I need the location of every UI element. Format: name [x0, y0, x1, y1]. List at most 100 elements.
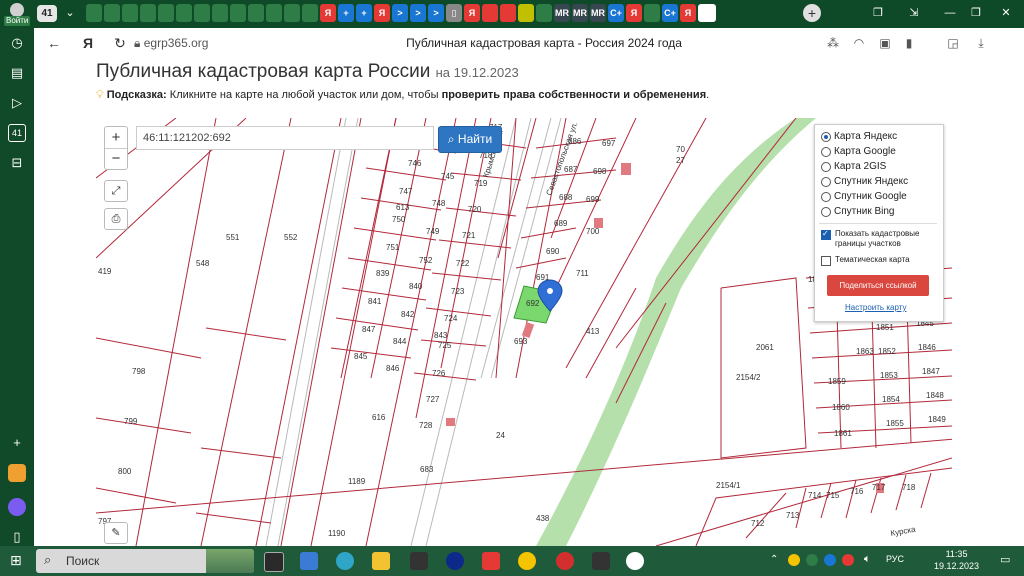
parcel-number[interactable]: 1852: [878, 347, 896, 356]
app-icon[interactable]: [446, 552, 464, 570]
browser-tab[interactable]: [230, 4, 246, 22]
app-icon[interactable]: [592, 552, 610, 570]
map-settings-link[interactable]: Настроить карту: [845, 303, 906, 312]
parcel-number[interactable]: 752: [419, 256, 433, 265]
parcel-number[interactable]: 1861: [834, 429, 852, 438]
browser-tab[interactable]: MR: [554, 4, 570, 22]
browser-tab[interactable]: +: [356, 4, 372, 22]
tray-app-icon[interactable]: [842, 554, 854, 566]
parcel-number[interactable]: 1848: [926, 391, 944, 400]
parcel-number[interactable]: 799: [124, 417, 138, 426]
browser-tab[interactable]: Я: [464, 4, 480, 22]
parcel-number[interactable]: 846: [386, 364, 400, 373]
clock[interactable]: 11:35 19.12.2023: [934, 548, 979, 572]
parcel-number[interactable]: 1849: [928, 415, 946, 424]
parcel-number[interactable]: 842: [401, 310, 415, 319]
market-icon[interactable]: [8, 464, 26, 482]
browser-tab[interactable]: Я: [680, 4, 696, 22]
new-tab-button[interactable]: +: [803, 4, 821, 22]
parcel-number[interactable]: 2154/2: [736, 373, 761, 382]
download-icon[interactable]: ⤓: [972, 34, 990, 52]
parcel-number[interactable]: 2154/1: [716, 481, 741, 490]
pin-icon[interactable]: ⇲: [900, 4, 928, 22]
parcel-number[interactable]: 438: [536, 514, 550, 523]
history-icon[interactable]: ◷: [8, 34, 26, 52]
yandex-browser-icon[interactable]: [626, 552, 644, 570]
thematic-map-option[interactable]: Тематическая карта: [821, 255, 910, 266]
layer-option[interactable]: Спутник Bing: [821, 204, 895, 219]
parcel-number[interactable]: 688: [559, 193, 573, 202]
browser-tab[interactable]: [500, 4, 516, 22]
parcel-number[interactable]: 726: [432, 369, 446, 378]
parcel-number[interactable]: 2061: [756, 343, 774, 352]
parcel-number[interactable]: 798: [132, 367, 146, 376]
browser-tab[interactable]: ▯: [446, 4, 462, 22]
parcel-number[interactable]: 690: [546, 247, 560, 256]
parcel-number[interactable]: 1860: [832, 403, 850, 412]
parcel-number[interactable]: 712: [751, 519, 765, 528]
browser-tab[interactable]: [158, 4, 174, 22]
yandex-app-icon[interactable]: [482, 552, 500, 570]
browser-tab[interactable]: Я: [374, 4, 390, 22]
parcel-number[interactable]: 1863: [856, 347, 874, 356]
browser-tab[interactable]: >: [410, 4, 426, 22]
parcel-number[interactable]: 419: [98, 267, 112, 276]
parcel-number[interactable]: 687: [564, 165, 578, 174]
reader-icon[interactable]: ▣: [876, 34, 894, 52]
app-icon[interactable]: [410, 552, 428, 570]
yandex-icon[interactable]: Я: [78, 34, 98, 52]
parcel-number[interactable]: 745: [441, 172, 455, 181]
parcel-number[interactable]: 699: [586, 195, 600, 204]
parcel-number[interactable]: 750: [392, 215, 406, 224]
parcel-number[interactable]: 751: [386, 243, 400, 252]
browser-tab[interactable]: [194, 4, 210, 22]
parcel-number[interactable]: 691: [536, 273, 550, 282]
parcel-number[interactable]: 843: [434, 331, 448, 340]
alice-icon[interactable]: [8, 498, 26, 516]
parcel-number[interactable]: 724: [444, 314, 458, 323]
show-borders-option[interactable]: Показать кадастровые границы участков: [821, 229, 933, 249]
parcel-number[interactable]: 839: [376, 269, 390, 278]
browser-tab[interactable]: [266, 4, 282, 22]
browser-tab[interactable]: [284, 4, 300, 22]
parcel-number[interactable]: 1189: [348, 477, 366, 486]
file-explorer-icon[interactable]: [372, 552, 390, 570]
parcel-number[interactable]: 722: [456, 259, 470, 268]
parcel-number[interactable]: 719: [474, 179, 488, 188]
maximize-button[interactable]: ❐: [962, 4, 990, 22]
parcel-number[interactable]: 693: [514, 337, 528, 346]
volume-icon[interactable]: 🔈︎: [864, 553, 871, 566]
parcel-number[interactable]: 683: [420, 465, 434, 474]
parcel-number[interactable]: 1847: [922, 367, 940, 376]
search-button[interactable]: ⌕ Найти: [438, 126, 502, 153]
browser-tab[interactable]: Я: [626, 4, 642, 22]
parcel-number[interactable]: 616: [372, 413, 386, 422]
parcel-number[interactable]: 1190: [328, 529, 346, 538]
browser-tab[interactable]: [212, 4, 228, 22]
downloads-icon[interactable]: ⊟: [8, 154, 26, 172]
parcel-number[interactable]: 711: [576, 269, 589, 278]
taskbar-search[interactable]: ⌕ Поиск: [36, 549, 254, 573]
browser-tab[interactable]: [176, 4, 192, 22]
parcel-number[interactable]: 551: [226, 233, 240, 242]
browser-tab[interactable]: C+: [608, 4, 624, 22]
browser-tab[interactable]: [644, 4, 660, 22]
collections-icon[interactable]: ◲: [944, 34, 962, 52]
parcel-number[interactable]: 749: [426, 227, 440, 236]
zoom-out-button[interactable]: −: [105, 149, 127, 169]
minimize-button[interactable]: —: [936, 4, 964, 22]
parcel-number[interactable]: 27: [676, 156, 685, 165]
windows-start-icon[interactable]: ⊞: [10, 552, 26, 568]
parcel-number[interactable]: 721: [462, 231, 476, 240]
parcel-number[interactable]: 800: [118, 467, 132, 476]
parcel-number[interactable]: 1853: [880, 371, 898, 380]
add-icon[interactable]: +: [8, 434, 26, 452]
browser-tab[interactable]: [122, 4, 138, 22]
layer-option[interactable]: Карта Google: [821, 144, 896, 159]
collections-icon[interactable]: ❐: [864, 4, 892, 22]
parcel-number[interactable]: 715: [826, 491, 840, 500]
parcel-number[interactable]: 1854: [882, 395, 900, 404]
tab-count-badge[interactable]: 41: [37, 5, 57, 22]
sidebar-settings-icon[interactable]: ▯: [8, 528, 26, 546]
tabs-count-icon[interactable]: 41: [8, 124, 26, 142]
